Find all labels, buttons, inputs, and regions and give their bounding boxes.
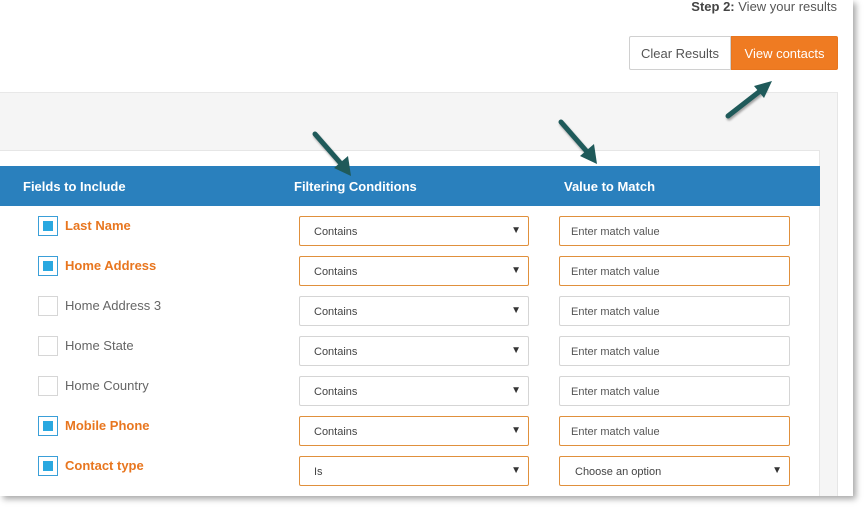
header-fields-to-include: Fields to Include	[23, 179, 126, 194]
match-value-placeholder: Enter match value	[571, 226, 660, 238]
table-row: Home State Contains ▼ Enter match value	[0, 326, 820, 366]
condition-value: Contains	[314, 346, 358, 358]
include-checkbox[interactable]	[38, 216, 58, 236]
condition-value: Is	[314, 466, 323, 478]
include-checkbox[interactable]	[38, 456, 58, 476]
chevron-down-icon: ▼	[511, 385, 521, 396]
chevron-down-icon: ▼	[511, 425, 521, 436]
match-value-placeholder: Enter match value	[571, 426, 660, 438]
condition-select[interactable]: Contains ▼	[299, 216, 529, 246]
include-checkbox[interactable]	[38, 336, 58, 356]
condition-select[interactable]: Contains ▼	[299, 336, 529, 366]
table-row: Home Address Contains ▼ Enter match value	[0, 246, 820, 286]
arrow-pointer-icon	[312, 131, 351, 176]
field-label: Home Address	[65, 258, 157, 273]
clear-results-button[interactable]: Clear Results	[629, 36, 731, 70]
condition-value: Contains	[314, 266, 358, 278]
condition-select[interactable]: Contains ▼	[299, 296, 529, 326]
match-value-input[interactable]: Enter match value	[559, 216, 790, 246]
value-select[interactable]: Choose an option ▼	[559, 456, 790, 486]
chevron-down-icon: ▼	[511, 465, 521, 476]
condition-value: Contains	[314, 426, 358, 438]
step-prefix: Step 2:	[691, 0, 735, 14]
condition-select[interactable]: Is ▼	[299, 456, 529, 486]
match-value-input[interactable]: Enter match value	[559, 416, 790, 446]
condition-value: Contains	[314, 306, 358, 318]
condition-select[interactable]: Contains ▼	[299, 416, 529, 446]
match-value-input[interactable]: Enter match value	[559, 376, 790, 406]
view-contacts-button[interactable]: View contacts	[731, 36, 838, 70]
table-row: Last Name Contains ▼ Enter match value	[0, 206, 820, 246]
chevron-down-icon: ▼	[772, 465, 782, 476]
field-label: Last Name	[65, 218, 131, 233]
app-window: Step 2: View your results Clear Results …	[0, 0, 853, 496]
table-row: Mobile Phone Contains ▼ Enter match value	[0, 406, 820, 446]
table-row: Contact type Is ▼ Choose an option ▼	[0, 446, 820, 486]
arrow-pointer-icon	[725, 81, 772, 119]
condition-select[interactable]: Contains ▼	[299, 376, 529, 406]
results-button-group: Clear Results View contacts	[629, 36, 838, 70]
match-value-input[interactable]: Enter match value	[559, 336, 790, 366]
field-label: Home Address 3	[65, 298, 162, 313]
match-value-input[interactable]: Enter match value	[559, 296, 790, 326]
condition-select[interactable]: Contains ▼	[299, 256, 529, 286]
match-value-placeholder: Enter match value	[571, 266, 660, 278]
field-label: Home Country	[65, 378, 149, 393]
header-filtering-conditions: Filtering Conditions	[294, 179, 417, 194]
include-checkbox[interactable]	[38, 256, 58, 276]
field-label: Contact type	[65, 458, 144, 473]
match-value-placeholder: Enter match value	[571, 386, 660, 398]
match-value-placeholder: Enter match value	[571, 306, 660, 318]
field-label: Home State	[65, 338, 134, 353]
step-text: View your results	[738, 0, 837, 14]
include-checkbox[interactable]	[38, 376, 58, 396]
condition-value: Contains	[314, 226, 358, 238]
table-header: Fields to Include Filtering Conditions V…	[0, 166, 820, 206]
chevron-down-icon: ▼	[511, 305, 521, 316]
match-value-input[interactable]: Enter match value	[559, 256, 790, 286]
chevron-down-icon: ▼	[511, 225, 521, 236]
value-select-label: Choose an option	[575, 466, 662, 478]
table-row: Home Address 3 Contains ▼ Enter match value	[0, 286, 820, 326]
match-value-placeholder: Enter match value	[571, 346, 660, 358]
include-checkbox[interactable]	[38, 296, 58, 316]
include-checkbox[interactable]	[38, 416, 58, 436]
condition-value: Contains	[314, 386, 358, 398]
table-row: Home Country Contains ▼ Enter match value	[0, 366, 820, 406]
arrow-pointer-icon	[558, 119, 597, 164]
chevron-down-icon: ▼	[511, 265, 521, 276]
step-label: Step 2: View your results	[691, 0, 837, 14]
chevron-down-icon: ▼	[511, 345, 521, 356]
field-label: Mobile Phone	[65, 418, 150, 433]
header-value-to-match: Value to Match	[564, 179, 656, 194]
